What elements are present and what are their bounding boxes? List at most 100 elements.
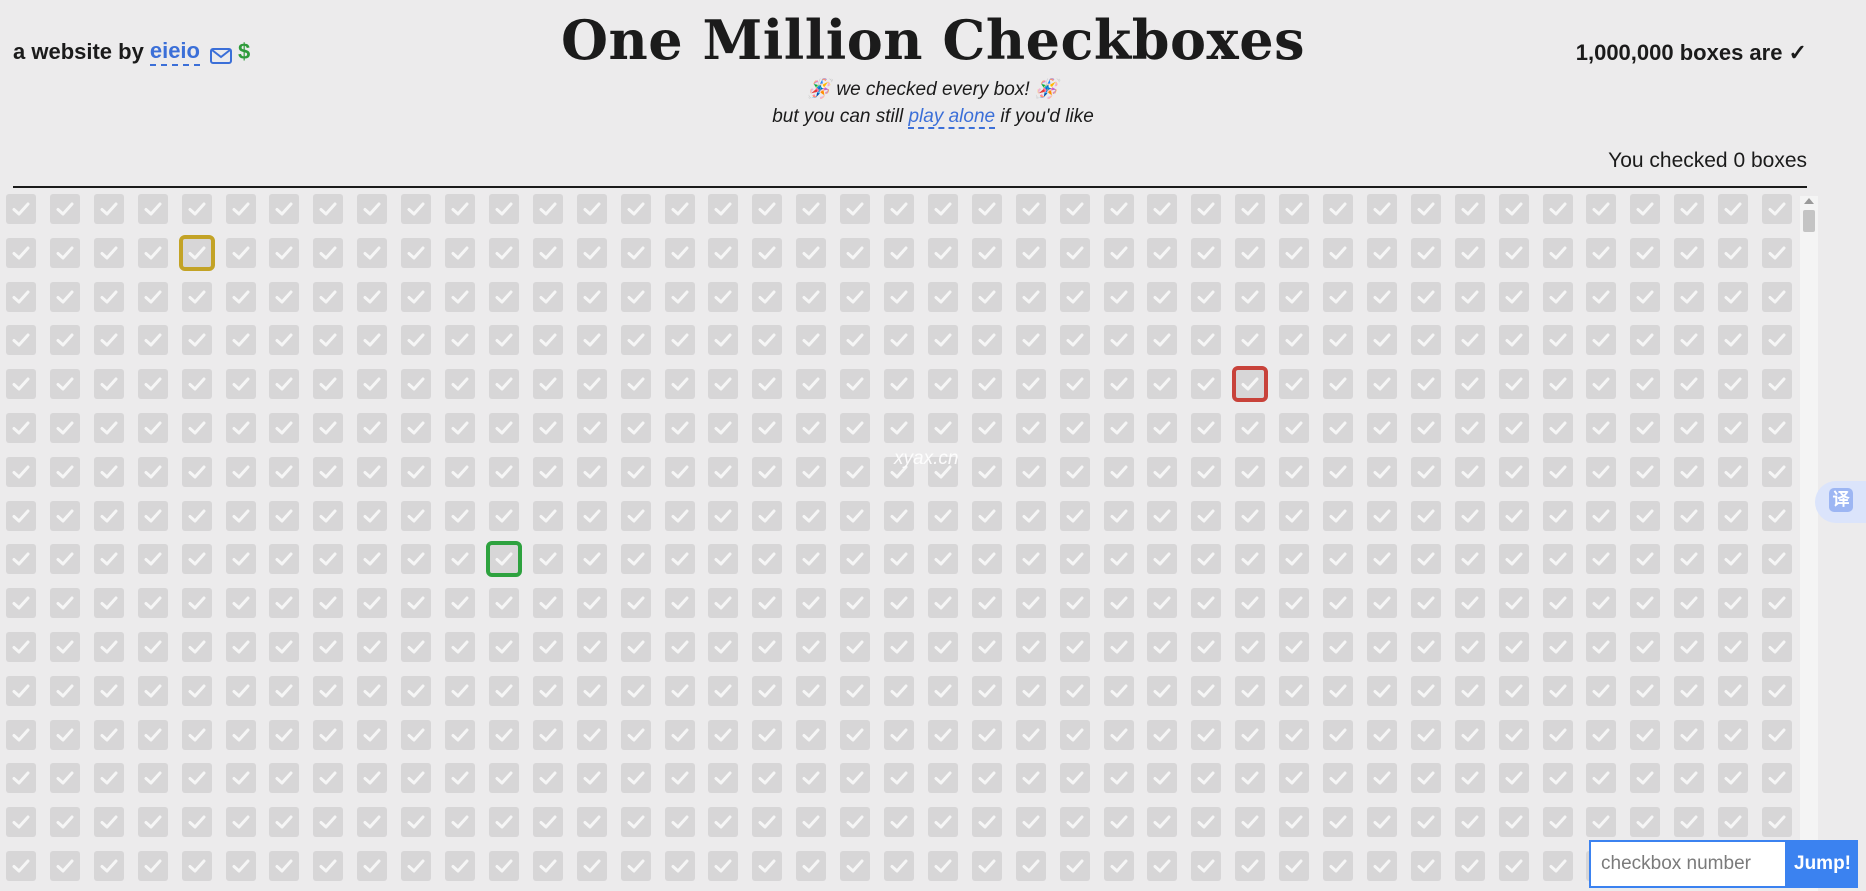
checkbox[interactable] bbox=[1499, 501, 1529, 531]
checkbox[interactable] bbox=[928, 501, 958, 531]
checkbox[interactable] bbox=[1147, 325, 1177, 355]
checkbox[interactable] bbox=[6, 851, 36, 881]
checkbox[interactable] bbox=[1060, 851, 1090, 881]
checkbox[interactable] bbox=[401, 851, 431, 881]
checkbox[interactable] bbox=[357, 720, 387, 750]
checkbox[interactable] bbox=[1367, 763, 1397, 793]
checkbox[interactable] bbox=[357, 544, 387, 574]
checkbox[interactable] bbox=[182, 763, 212, 793]
checkbox[interactable] bbox=[1674, 676, 1704, 706]
translate-button[interactable]: 译 bbox=[1815, 481, 1866, 523]
checkbox[interactable] bbox=[1674, 282, 1704, 312]
checkbox[interactable] bbox=[1323, 501, 1353, 531]
checkbox[interactable] bbox=[1016, 282, 1046, 312]
checkbox[interactable] bbox=[1586, 544, 1616, 574]
checkbox[interactable] bbox=[577, 282, 607, 312]
checkbox[interactable] bbox=[313, 194, 343, 224]
checkbox[interactable] bbox=[1718, 807, 1748, 837]
checkbox[interactable] bbox=[1191, 501, 1221, 531]
checkbox[interactable] bbox=[1718, 501, 1748, 531]
checkbox[interactable] bbox=[1411, 325, 1441, 355]
checkbox[interactable] bbox=[1411, 763, 1441, 793]
checkbox[interactable] bbox=[752, 851, 782, 881]
checkbox[interactable] bbox=[1411, 676, 1441, 706]
checkbox[interactable] bbox=[972, 501, 1002, 531]
checkbox[interactable] bbox=[1191, 720, 1221, 750]
checkbox[interactable] bbox=[1147, 238, 1177, 268]
checkbox[interactable] bbox=[1147, 632, 1177, 662]
checkbox[interactable] bbox=[138, 588, 168, 618]
checkbox[interactable] bbox=[1630, 588, 1660, 618]
checkbox[interactable] bbox=[1499, 544, 1529, 574]
checkbox[interactable] bbox=[313, 676, 343, 706]
checkbox[interactable] bbox=[1411, 501, 1441, 531]
checkbox[interactable] bbox=[50, 457, 80, 487]
checkbox[interactable] bbox=[1543, 632, 1573, 662]
checkbox[interactable] bbox=[533, 501, 563, 531]
checkbox[interactable] bbox=[1279, 588, 1309, 618]
checkbox[interactable] bbox=[1543, 325, 1573, 355]
checkbox[interactable] bbox=[182, 282, 212, 312]
checkbox[interactable] bbox=[1016, 369, 1046, 399]
checkbox[interactable] bbox=[1455, 544, 1485, 574]
checkbox[interactable] bbox=[708, 588, 738, 618]
checkbox[interactable] bbox=[357, 588, 387, 618]
checkbox[interactable] bbox=[621, 632, 651, 662]
checkbox[interactable] bbox=[1191, 763, 1221, 793]
checkbox[interactable] bbox=[138, 763, 168, 793]
checkbox[interactable] bbox=[1455, 720, 1485, 750]
checkbox[interactable] bbox=[1762, 544, 1792, 574]
checkbox[interactable] bbox=[1762, 238, 1792, 268]
checkbox[interactable] bbox=[577, 457, 607, 487]
checkbox[interactable] bbox=[94, 501, 124, 531]
checkbox[interactable] bbox=[1235, 632, 1265, 662]
checkbox[interactable] bbox=[840, 720, 870, 750]
checkbox[interactable] bbox=[269, 632, 299, 662]
checkbox[interactable] bbox=[94, 457, 124, 487]
checkbox[interactable] bbox=[1411, 238, 1441, 268]
checkbox[interactable] bbox=[445, 676, 475, 706]
checkbox[interactable] bbox=[884, 194, 914, 224]
checkbox[interactable] bbox=[796, 544, 826, 574]
checkbox[interactable] bbox=[708, 194, 738, 224]
checkbox[interactable] bbox=[972, 282, 1002, 312]
checkbox[interactable] bbox=[50, 720, 80, 750]
checkbox[interactable] bbox=[269, 369, 299, 399]
checkbox[interactable] bbox=[621, 369, 651, 399]
checkbox[interactable] bbox=[1016, 807, 1046, 837]
checkbox[interactable] bbox=[796, 588, 826, 618]
checkbox[interactable] bbox=[928, 588, 958, 618]
checkbox[interactable] bbox=[313, 282, 343, 312]
checkbox[interactable] bbox=[1323, 457, 1353, 487]
checkbox[interactable] bbox=[840, 413, 870, 443]
checkbox[interactable] bbox=[50, 501, 80, 531]
checkbox[interactable] bbox=[1543, 369, 1573, 399]
checkbox[interactable] bbox=[1104, 676, 1134, 706]
checkbox[interactable] bbox=[138, 501, 168, 531]
checkbox[interactable] bbox=[840, 325, 870, 355]
checkbox[interactable] bbox=[1323, 807, 1353, 837]
checkbox[interactable] bbox=[1762, 282, 1792, 312]
checkbox[interactable] bbox=[1762, 807, 1792, 837]
checkbox[interactable] bbox=[577, 238, 607, 268]
checkbox[interactable] bbox=[1147, 413, 1177, 443]
checkbox[interactable] bbox=[1147, 807, 1177, 837]
checkbox[interactable] bbox=[50, 369, 80, 399]
checkbox[interactable] bbox=[1060, 676, 1090, 706]
checkbox[interactable] bbox=[1543, 282, 1573, 312]
checkbox[interactable] bbox=[1104, 807, 1134, 837]
checkbox[interactable] bbox=[1235, 501, 1265, 531]
checkbox[interactable] bbox=[1060, 720, 1090, 750]
checkbox[interactable] bbox=[1455, 501, 1485, 531]
checkbox[interactable] bbox=[972, 194, 1002, 224]
checkbox[interactable] bbox=[1235, 763, 1265, 793]
checkbox[interactable] bbox=[313, 632, 343, 662]
checkbox[interactable] bbox=[94, 325, 124, 355]
checkbox[interactable] bbox=[1762, 763, 1792, 793]
checkbox[interactable] bbox=[796, 457, 826, 487]
checkbox[interactable] bbox=[1586, 325, 1616, 355]
checkbox[interactable] bbox=[1104, 282, 1134, 312]
checkbox[interactable] bbox=[138, 676, 168, 706]
checkbox[interactable] bbox=[6, 588, 36, 618]
checkbox[interactable] bbox=[401, 501, 431, 531]
